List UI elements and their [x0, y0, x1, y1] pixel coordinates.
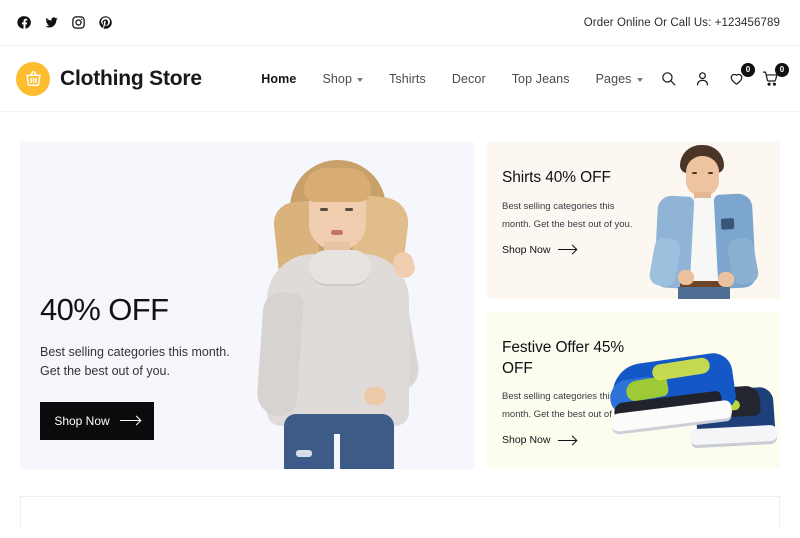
site-header: Clothing Store Home Shop Tshirts Decor T… [0, 46, 800, 112]
nav-item-tshirts[interactable]: Tshirts [389, 72, 426, 86]
chevron-down-icon [636, 77, 643, 82]
top-bar: Order Online Or Call Us: +123456789 [0, 0, 800, 46]
nav-label: Tshirts [389, 71, 426, 86]
nav-item-top-jeans[interactable]: Top Jeans [512, 72, 570, 86]
nav-item-pages[interactable]: Pages [596, 72, 643, 86]
nav-item-decor[interactable]: Decor [452, 72, 486, 86]
next-section-container [20, 496, 780, 526]
promo-card-shop-now-label: Shop Now [502, 434, 551, 447]
nav-label: Shop [322, 71, 353, 86]
search-icon[interactable] [660, 70, 678, 88]
promo-card-title: Shirts 40% OFF [502, 169, 611, 186]
man-in-denim-jacket-image [630, 142, 780, 299]
arrow-right-icon [558, 249, 577, 251]
hero-side-column: Shirts 40% OFF Best selling categories t… [487, 142, 780, 469]
promo-card-title: Festive Offer 45% OFF [502, 339, 625, 377]
header-actions: 0 0 [660, 62, 789, 88]
instagram-icon[interactable] [70, 15, 86, 31]
nav-item-shop[interactable]: Shop [322, 71, 364, 86]
nav-label: Top Jeans [511, 71, 570, 86]
arrow-right-icon [558, 439, 577, 441]
promo-card-shirts[interactable]: Shirts 40% OFF Best selling categories t… [487, 142, 780, 299]
chevron-down-icon [357, 77, 364, 82]
main-nav: Home Shop Tshirts Decor Top Jeans Pages [244, 72, 660, 86]
hero-subtitle: Best selling categories this month. Get … [40, 345, 230, 378]
promo-card-festive[interactable]: Festive Offer 45% OFF Best selling categ… [487, 312, 780, 469]
social-links [16, 15, 113, 31]
arrow-right-icon [119, 420, 140, 421]
shopping-basket-icon [16, 61, 50, 96]
hero-section: 40% OFF Best selling categories this mon… [0, 112, 800, 469]
user-icon[interactable] [694, 70, 712, 88]
hero-shop-now-button[interactable]: Shop Now [40, 401, 154, 440]
cart-count-badge: 0 [775, 62, 789, 77]
nav-label: Home [261, 71, 297, 86]
nav-label: Pages [595, 71, 632, 86]
cart-icon[interactable]: 0 [762, 62, 789, 88]
promo-card-subtitle: Best selling categories this month. Get … [502, 200, 633, 230]
contact-text: Order Online Or Call Us: +123456789 [583, 16, 780, 29]
promo-card-shop-now-label: Shop Now [502, 243, 551, 256]
brand-logo[interactable]: Clothing Store [16, 61, 202, 96]
promo-card-shop-now-link[interactable]: Shop Now [502, 244, 780, 256]
hero-copy: 40% OFF Best selling categories this mon… [40, 294, 230, 440]
hero-main-banner[interactable]: 40% OFF Best selling categories this mon… [20, 142, 474, 469]
heart-icon[interactable]: 0 [728, 62, 755, 88]
wishlist-count-badge: 0 [741, 62, 755, 77]
promo-card-subtitle: Best selling categories this month. Get … [502, 391, 633, 421]
nav-label: Decor [451, 71, 486, 86]
pinterest-icon[interactable] [97, 15, 113, 31]
brand-name: Clothing Store [60, 66, 202, 90]
woman-in-grey-sweater-image [212, 142, 462, 469]
twitter-icon[interactable] [43, 15, 59, 31]
nav-item-home[interactable]: Home [261, 72, 296, 86]
facebook-icon[interactable] [16, 15, 32, 31]
hero-shop-now-label: Shop Now [54, 413, 110, 428]
promo-card-shop-now-link[interactable]: Shop Now [502, 434, 780, 446]
hero-title: 40% OFF [40, 292, 169, 327]
